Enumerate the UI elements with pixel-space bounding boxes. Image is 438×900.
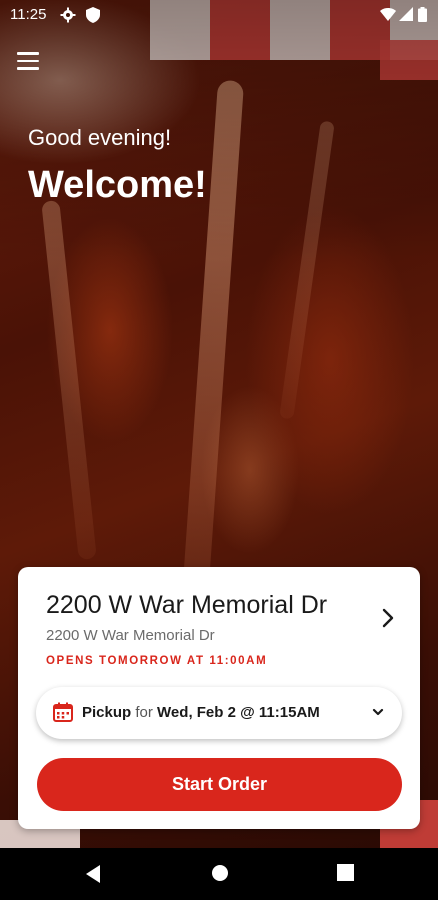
back-icon[interactable]	[84, 864, 102, 884]
pickup-mode: Pickup	[82, 704, 132, 721]
welcome-heading: Welcome!	[28, 164, 207, 206]
home-icon[interactable]	[211, 864, 229, 882]
recents-icon[interactable]	[337, 864, 354, 881]
battery-icon	[418, 7, 427, 22]
pickup-summary: Pickup for Wed, Feb 2 @ 11:15AM	[82, 704, 320, 721]
chevron-down-icon	[372, 708, 384, 716]
start-order-button[interactable]: Start Order	[37, 758, 402, 811]
signal-icon	[399, 7, 413, 21]
chevron-right-icon[interactable]	[380, 607, 396, 629]
menu-hamburger-icon[interactable]	[17, 52, 39, 72]
pickup-datetime: Wed, Feb 2 @ 11:15AM	[157, 704, 320, 721]
shield-icon	[86, 7, 100, 23]
calendar-icon	[53, 702, 73, 722]
status-time: 11:25	[10, 6, 47, 23]
order-card: 2200 W War Memorial Dr 2200 W War Memori…	[18, 567, 420, 829]
pickup-connector: for	[135, 704, 153, 721]
pickup-time-selector[interactable]: Pickup for Wed, Feb 2 @ 11:15AM	[36, 687, 402, 739]
status-bar: 11:25	[0, 0, 438, 30]
settings-gear-icon	[60, 7, 76, 23]
location-hours-notice: OPENS TOMORROW AT 11:00AM	[46, 655, 268, 667]
location-address: 2200 W War Memorial Dr	[46, 627, 215, 644]
wifi-icon	[380, 8, 396, 21]
greeting-text: Good evening!	[28, 125, 172, 150]
location-name[interactable]: 2200 W War Memorial Dr	[46, 591, 327, 620]
system-navigation-bar	[0, 848, 438, 900]
